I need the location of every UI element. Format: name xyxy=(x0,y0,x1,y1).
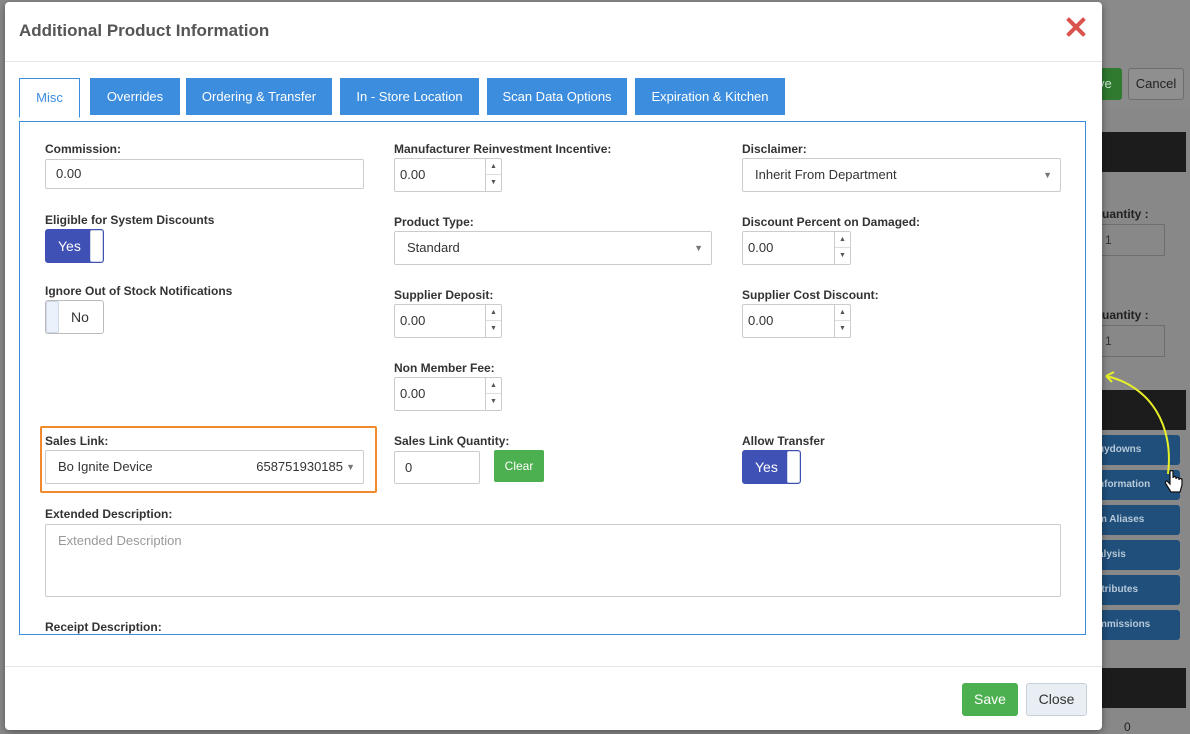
stepper-value: 0.00 xyxy=(400,386,426,401)
chevron-down-icon: ▼ xyxy=(1043,170,1052,180)
stepper-arrows: ▲ ▼ xyxy=(834,232,850,264)
allow-transfer-toggle[interactable]: Yes xyxy=(742,450,801,484)
caret-up-icon[interactable]: ▲ xyxy=(486,159,501,175)
sales-link-highlight xyxy=(40,426,377,493)
close-button[interactable]: Close xyxy=(1026,683,1087,716)
disclaimer-select[interactable]: Inherit From Department ▼ xyxy=(742,158,1061,192)
toggle-knob xyxy=(90,230,103,262)
supplier-deposit-stepper[interactable]: 0.00 ▲ ▼ xyxy=(394,304,502,338)
modal-footer: Save Close xyxy=(5,666,1102,730)
supplier-deposit-label: Supplier Deposit: xyxy=(394,288,494,302)
product-info-modal: Additional Product Information Misc Over… xyxy=(5,2,1102,730)
non-member-fee-stepper[interactable]: 0.00 ▲ ▼ xyxy=(394,377,502,411)
sales-link-qty-label: Sales Link Quantity: xyxy=(394,434,510,448)
misc-tab-panel: Commission: 0.00 Eligible for System Dis… xyxy=(19,121,1086,635)
background-dark-header xyxy=(1102,132,1186,172)
commission-label: Commission: xyxy=(45,142,122,156)
caret-down-icon[interactable]: ▼ xyxy=(835,248,850,264)
toggle-knob xyxy=(787,451,800,483)
supplier-cost-discount-stepper[interactable]: 0.00 ▲ ▼ xyxy=(742,304,851,338)
ignore-oos-toggle[interactable]: No xyxy=(45,300,104,334)
background-side-button: m Aliases xyxy=(1094,505,1180,535)
ignore-oos-label: Ignore Out of Stock Notifications xyxy=(45,284,233,298)
mfr-incentive-stepper[interactable]: 0.00 ▲ ▼ xyxy=(394,158,502,192)
background-side-button: alysis xyxy=(1094,540,1180,570)
mfr-incentive-label: Manufacturer Reinvestment Incentive: xyxy=(394,142,612,156)
select-value: Standard xyxy=(407,240,460,255)
hand-cursor-icon xyxy=(1164,470,1183,493)
background-side-button: mmissions xyxy=(1094,610,1180,640)
background-side-button: ttributes xyxy=(1094,575,1180,605)
supplier-cost-discount-label: Supplier Cost Discount: xyxy=(742,288,879,302)
caret-down-icon[interactable]: ▼ xyxy=(835,321,850,337)
product-type-label: Product Type: xyxy=(394,215,474,229)
tab-scan-data-options[interactable]: Scan Data Options xyxy=(487,78,627,115)
modal-title: Additional Product Information xyxy=(19,21,270,40)
caret-up-icon[interactable]: ▲ xyxy=(486,378,501,394)
allow-transfer-label: Allow Transfer xyxy=(742,434,825,448)
stepper-value: 0.00 xyxy=(400,167,426,182)
stepper-value: 0.00 xyxy=(748,240,774,255)
chevron-down-icon: ▼ xyxy=(694,243,703,253)
stepper-arrows: ▲ ▼ xyxy=(834,305,850,337)
stepper-arrows: ▲ ▼ xyxy=(485,159,501,191)
background-quantity-field: 1 xyxy=(1096,325,1165,357)
save-button[interactable]: Save xyxy=(962,683,1018,716)
background-quantity-field: 1 xyxy=(1096,224,1165,256)
background-cancel-button: Cancel xyxy=(1128,68,1184,100)
clear-button[interactable]: Clear xyxy=(494,450,544,482)
toggle-label: Yes xyxy=(58,238,81,254)
commission-input[interactable]: 0.00 xyxy=(45,159,364,189)
sales-link-qty-input[interactable]: 0 xyxy=(394,451,480,484)
caret-up-icon[interactable]: ▲ xyxy=(486,305,501,321)
receipt-description-label: Receipt Description: xyxy=(45,620,162,634)
background-dark-header xyxy=(1102,668,1186,708)
extended-description-textarea[interactable]: Extended Description xyxy=(45,524,1061,597)
caret-down-icon[interactable]: ▼ xyxy=(486,321,501,337)
product-type-select[interactable]: Standard ▼ xyxy=(394,231,712,265)
toggle-label: Yes xyxy=(755,459,778,475)
toggle-label: No xyxy=(71,309,89,325)
tab-misc[interactable]: Misc xyxy=(19,78,80,118)
background-quantity-label: uantity : xyxy=(1102,308,1149,322)
annotation-arrow-icon xyxy=(1105,371,1170,475)
select-value: Inherit From Department xyxy=(755,167,897,182)
tab-overrides[interactable]: Overrides xyxy=(90,78,180,115)
stepper-arrows: ▲ ▼ xyxy=(485,378,501,410)
stepper-value: 0.00 xyxy=(400,313,426,328)
eligible-discounts-label: Eligible for System Discounts xyxy=(45,213,215,227)
stepper-arrows: ▲ ▼ xyxy=(485,305,501,337)
toggle-knob xyxy=(46,301,59,333)
discount-damaged-stepper[interactable]: 0.00 ▲ ▼ xyxy=(742,231,851,265)
caret-down-icon[interactable]: ▼ xyxy=(486,175,501,191)
close-icon[interactable] xyxy=(1064,15,1088,39)
eligible-discounts-toggle[interactable]: Yes xyxy=(45,229,104,263)
background-quantity-label: uantity : xyxy=(1102,207,1149,221)
tab-in-store-location[interactable]: In - Store Location xyxy=(340,78,479,115)
discount-damaged-label: Discount Percent on Damaged: xyxy=(742,215,921,229)
caret-up-icon[interactable]: ▲ xyxy=(835,305,850,321)
extended-description-label: Extended Description: xyxy=(45,507,173,521)
tab-expiration-kitchen[interactable]: Expiration & Kitchen xyxy=(635,78,785,115)
stepper-value: 0.00 xyxy=(748,313,774,328)
modal-header: Additional Product Information xyxy=(5,2,1102,62)
non-member-fee-label: Non Member Fee: xyxy=(394,361,495,375)
tab-ordering-transfer[interactable]: Ordering & Transfer xyxy=(186,78,332,115)
disclaimer-label: Disclaimer: xyxy=(742,142,807,156)
caret-up-icon[interactable]: ▲ xyxy=(835,232,850,248)
background-value: 0 xyxy=(1124,720,1131,734)
caret-down-icon[interactable]: ▼ xyxy=(486,394,501,410)
